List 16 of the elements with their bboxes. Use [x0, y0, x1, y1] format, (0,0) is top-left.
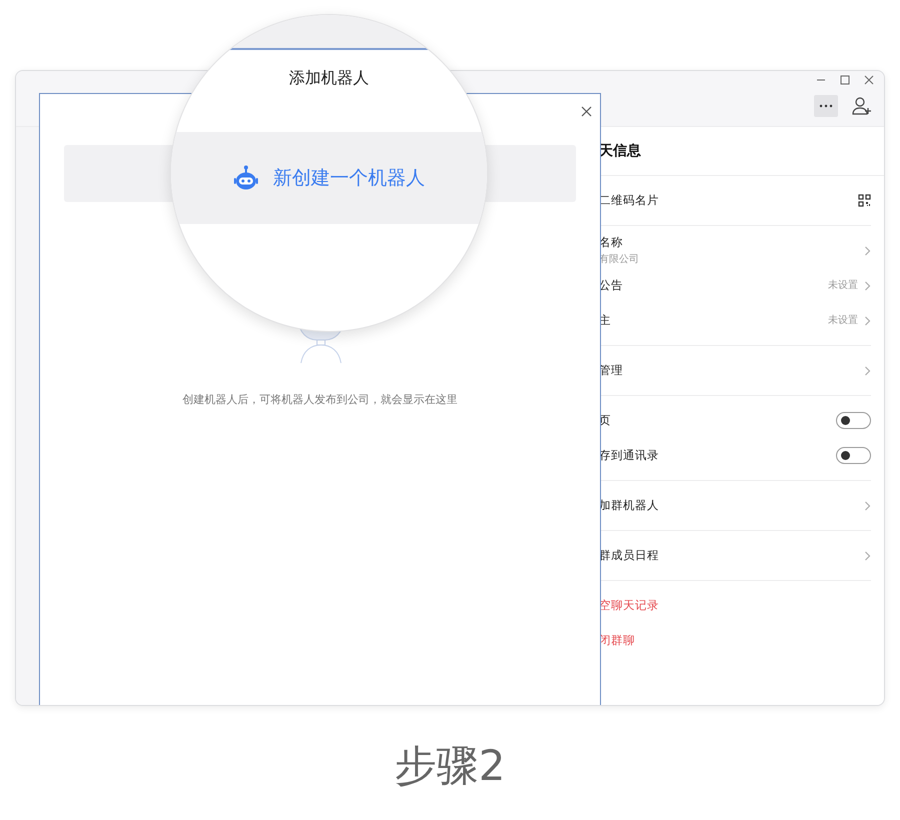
close-icon: [581, 106, 592, 118]
toggle-switch[interactable]: [836, 412, 871, 429]
more-icon: [819, 104, 833, 108]
row-value: 未设置: [828, 314, 858, 328]
step-caption: 步骤2: [394, 740, 506, 792]
add-person-icon[interactable]: [852, 97, 872, 115]
robot-icon: [233, 165, 259, 191]
toggle-switch[interactable]: [836, 447, 871, 464]
close-icon[interactable]: [862, 73, 876, 87]
more-button[interactable]: [814, 95, 838, 117]
empty-hint: 创建机器人后，可将机器人发布到公司，就会显示在这里: [182, 392, 458, 408]
maximize-icon[interactable]: [838, 73, 852, 87]
dialog-title: 添加机器人: [288, 67, 370, 89]
create-robot-button[interactable]: 新创建一个机器人: [171, 132, 487, 224]
row-value: 未设置: [828, 278, 858, 293]
qr-code-icon[interactable]: [858, 194, 871, 207]
